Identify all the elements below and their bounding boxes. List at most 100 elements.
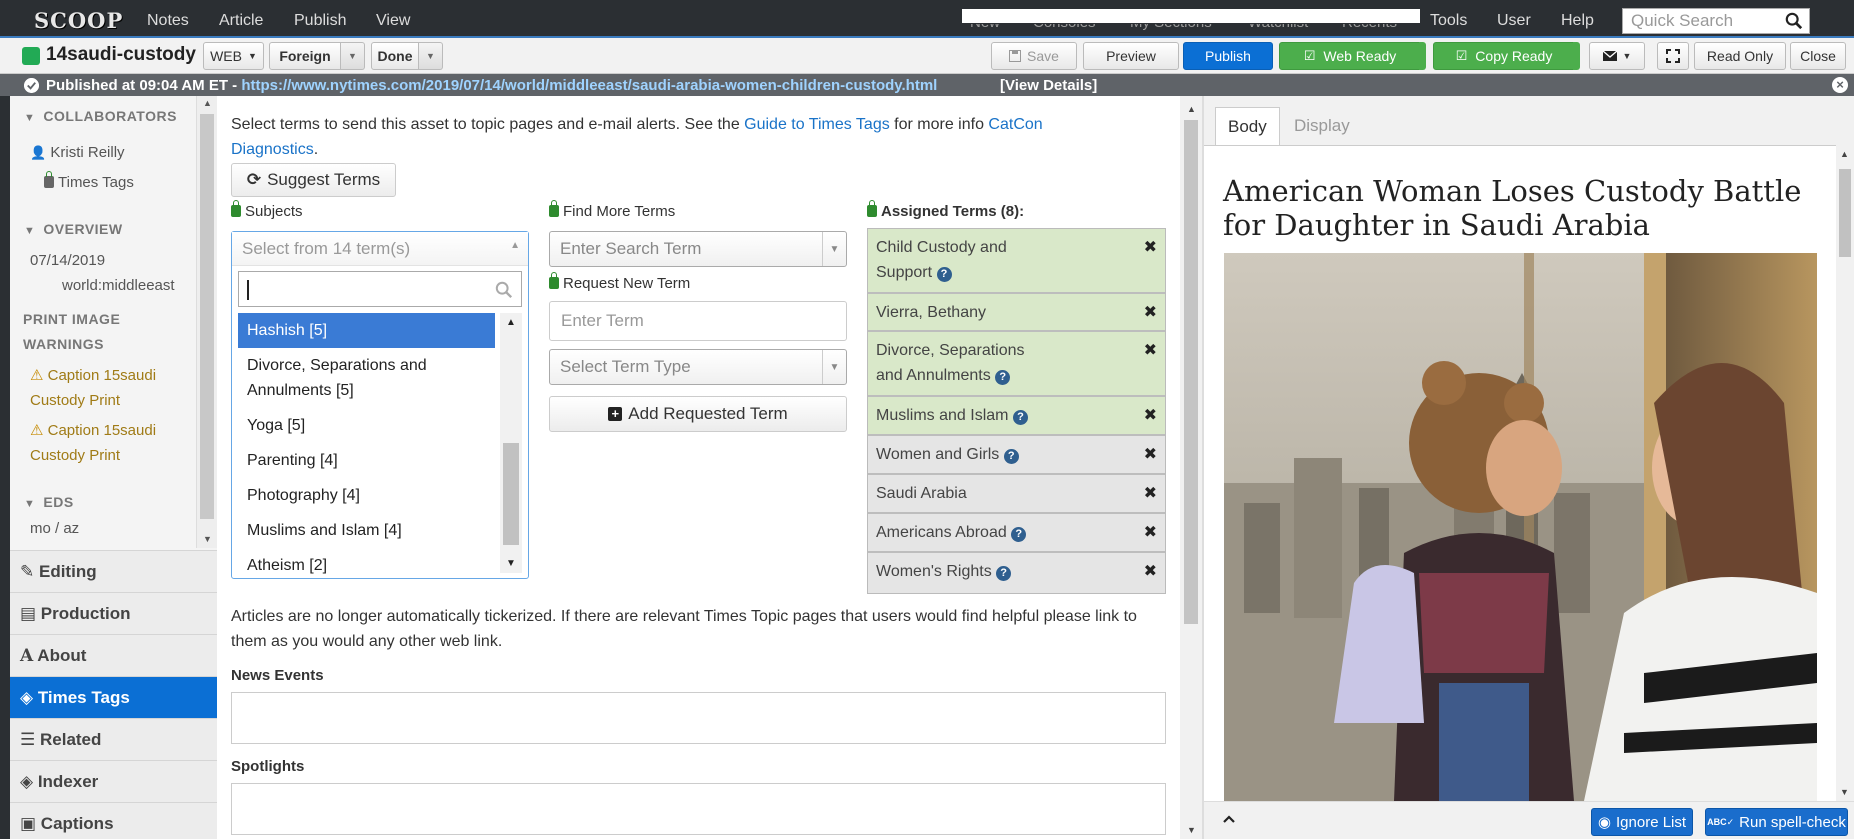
publish-button[interactable]: Publish [1183, 42, 1273, 70]
assigned-term[interactable]: Child Custody and Support ? ✖ [868, 229, 1165, 294]
published-url-link[interactable]: https://www.nytimes.com/2019/07/14/world… [241, 77, 937, 94]
email-dropdown[interactable]: ▼ [1589, 42, 1645, 70]
scroll-up-icon[interactable]: ▲ [1187, 104, 1196, 114]
foreign-caret-icon[interactable]: ▼ [341, 42, 365, 70]
tab-body[interactable]: Body [1215, 107, 1280, 145]
nav-times-tags[interactable]: ◈ Times Tags [10, 676, 217, 718]
web-ready-button[interactable]: ☑ Web Ready [1279, 42, 1421, 70]
print-warning-1[interactable]: ⚠ Caption 15saudi Custody Print [30, 363, 156, 413]
scroll-down-icon[interactable]: ▼ [1187, 825, 1196, 835]
dropdown-option[interactable]: Yoga [5] [238, 408, 495, 443]
done-caret-icon[interactable]: ▼ [419, 42, 443, 70]
menu-user[interactable]: User [1497, 12, 1531, 30]
scoop-logo[interactable]: SCOOP [34, 8, 123, 33]
sidebar-scrollbar[interactable]: ▲ ▼ [196, 96, 217, 548]
search-icon[interactable] [1785, 12, 1803, 30]
remove-term-icon[interactable]: ✖ [1144, 403, 1157, 428]
remove-term-icon[interactable]: ✖ [1144, 235, 1157, 260]
assigned-term[interactable]: Vierra, Bethany ✖ [868, 294, 1165, 332]
menu-publish[interactable]: Publish [294, 12, 346, 30]
center-scroll-thumb[interactable] [1184, 120, 1198, 624]
remove-term-icon[interactable]: ✖ [1144, 559, 1157, 584]
dropdown-option[interactable]: Parenting [4] [238, 443, 495, 478]
nav-captions[interactable]: ▣ Captions [10, 802, 217, 839]
assigned-term[interactable]: Saudi Arabia ✖ [868, 475, 1165, 514]
nav-production[interactable]: ▤ Production [10, 592, 217, 634]
quick-search-input[interactable]: Quick Search [1622, 8, 1810, 34]
remove-term-icon[interactable]: ✖ [1144, 520, 1157, 545]
foreign-button[interactable]: Foreign [269, 42, 341, 70]
help-icon[interactable]: ? [1012, 410, 1028, 425]
expand-button[interactable] [1657, 42, 1689, 70]
assigned-term[interactable]: Women's Rights ? ✖ [868, 553, 1165, 593]
menu-notes[interactable]: Notes [147, 12, 189, 30]
overview-header[interactable]: ▼ OVERVIEW [24, 221, 123, 237]
subjects-dropdown[interactable]: Select from 14 term(s) ▲ Hashish [5] Div… [231, 231, 529, 579]
scroll-down-icon[interactable]: ▼ [203, 534, 212, 544]
nav-related[interactable]: ☰ Related [10, 718, 217, 760]
remove-term-icon[interactable]: ✖ [1144, 442, 1157, 467]
preview-button[interactable]: Preview [1083, 42, 1179, 70]
dropdown-option[interactable]: Atheism [2] [238, 548, 495, 575]
web-ready-toggle[interactable] [1419, 42, 1426, 70]
preview-scroll-thumb[interactable] [1839, 169, 1851, 257]
scroll-up-icon[interactable]: ▲ [506, 317, 516, 328]
print-warning-2[interactable]: ⚠ Caption 15saudi Custody Print [30, 418, 156, 468]
close-button[interactable]: Close [1790, 42, 1846, 70]
menu-article[interactable]: Article [219, 12, 263, 30]
help-icon[interactable]: ? [1011, 527, 1027, 542]
scroll-up-icon[interactable]: ▲ [1840, 149, 1849, 159]
nav-indexer[interactable]: ◈ Indexer [10, 760, 217, 802]
center-scrollbar[interactable]: ▲ ▼ [1180, 96, 1202, 839]
sidebar-scroll-thumb[interactable] [200, 114, 214, 519]
assigned-term[interactable]: Muslims and Islam ? ✖ [868, 397, 1165, 436]
search-term-select[interactable]: Enter Search Term ▼ [549, 231, 847, 267]
close-banner-icon[interactable]: × [1832, 77, 1848, 93]
term-type-select[interactable]: Select Term Type ▼ [549, 349, 847, 385]
assigned-term[interactable]: Americans Abroad ? ✖ [868, 514, 1165, 553]
collaborators-header[interactable]: ▼ COLLABORATORS [24, 108, 177, 124]
dropdown-option[interactable]: Hashish [5] [238, 313, 495, 348]
save-button[interactable]: Save [991, 42, 1077, 70]
copy-ready-button[interactable]: ☑ Copy Ready [1433, 42, 1575, 70]
help-icon[interactable]: ? [1003, 449, 1019, 464]
run-spellcheck-button[interactable]: ABC✓ Run spell-check [1705, 808, 1848, 836]
add-requested-term-button[interactable]: + Add Requested Term [549, 396, 847, 432]
spotlights-input[interactable] [231, 783, 1166, 835]
remove-term-icon[interactable]: ✖ [1144, 300, 1157, 325]
remove-term-icon[interactable]: ✖ [1144, 481, 1157, 506]
preview-scrollbar[interactable]: ▲ ▼ [1836, 145, 1854, 801]
help-icon[interactable]: ? [995, 370, 1011, 385]
assigned-term[interactable]: Women and Girls ? ✖ [868, 436, 1165, 475]
web-dropdown[interactable]: WEB ▼ [203, 42, 264, 70]
dropdown-scroll-thumb[interactable] [503, 443, 519, 545]
help-icon[interactable]: ? [936, 267, 952, 282]
remove-term-icon[interactable]: ✖ [1144, 338, 1157, 363]
ignore-list-button[interactable]: ◉ Ignore List [1591, 808, 1693, 836]
news-events-input[interactable] [231, 692, 1166, 744]
dropdown-option[interactable]: Photography [4] [238, 478, 495, 513]
done-button[interactable]: Done [371, 42, 419, 70]
nav-about[interactable]: A About [10, 634, 217, 676]
dropdown-scrollbar[interactable]: ▲ ▼ [500, 313, 522, 573]
menu-help[interactable]: Help [1561, 12, 1594, 30]
tab-display[interactable]: Display [1282, 107, 1362, 145]
assigned-term[interactable]: Divorce, Separations and Annulments ? ✖ [868, 332, 1165, 397]
scroll-down-icon[interactable]: ▼ [506, 558, 516, 569]
subjects-select[interactable]: Select from 14 term(s) ▲ [232, 232, 528, 266]
copy-ready-toggle[interactable] [1573, 42, 1580, 70]
dropdown-option[interactable]: Divorce, Separations and Annulments [5] [238, 348, 495, 408]
scroll-up-icon[interactable]: ▲ [203, 98, 212, 108]
new-term-input[interactable]: Enter Term [549, 301, 847, 341]
nav-editing[interactable]: ✎ Editing [10, 550, 217, 592]
menu-view[interactable]: View [376, 12, 410, 30]
dropdown-search-input[interactable] [238, 271, 522, 307]
guide-link[interactable]: Guide to Times Tags [744, 116, 890, 133]
chevron-up-icon[interactable] [1222, 812, 1236, 826]
scroll-down-icon[interactable]: ▼ [1840, 787, 1849, 797]
read-only-button[interactable]: Read Only [1694, 42, 1786, 70]
eds-header[interactable]: ▼ EDS [24, 494, 74, 510]
dropdown-option[interactable]: Muslims and Islam [4] [238, 513, 495, 548]
view-details-link[interactable]: [View Details] [1000, 77, 1097, 94]
suggest-terms-button[interactable]: ⟳ Suggest Terms [231, 163, 396, 197]
